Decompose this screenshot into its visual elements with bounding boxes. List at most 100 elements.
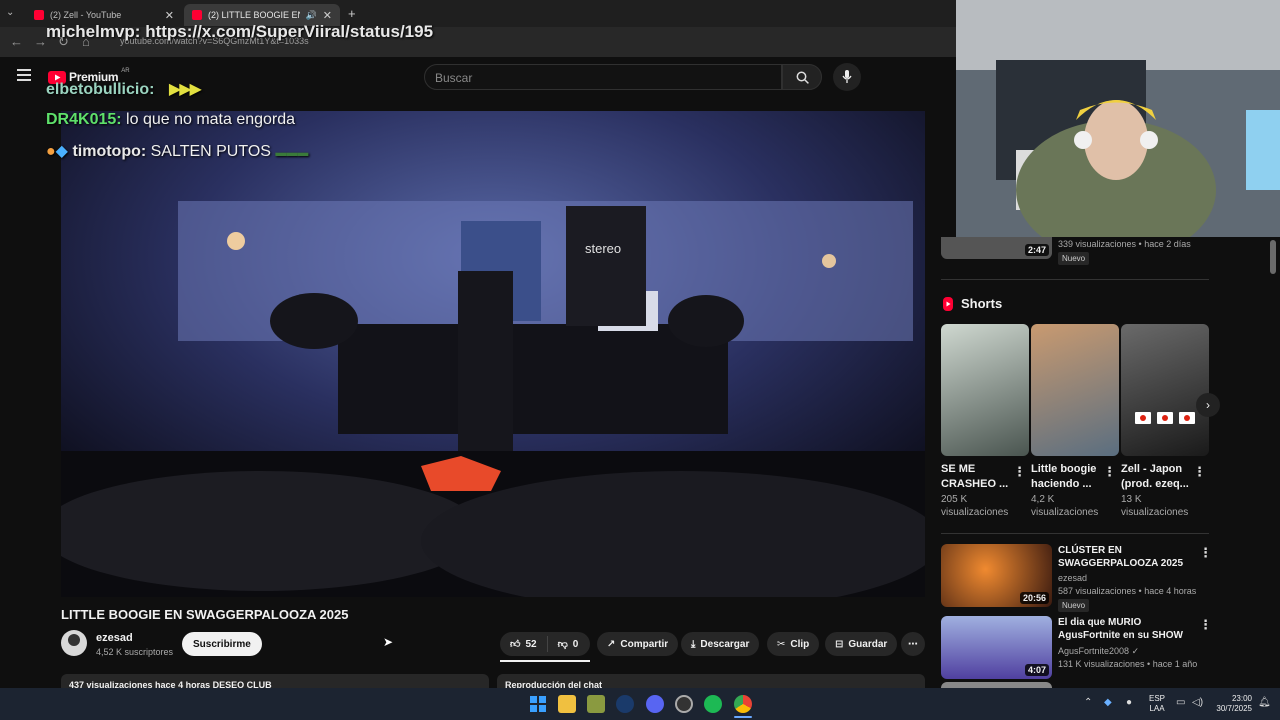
chat-username: elbetobullicio:: [46, 81, 155, 98]
like-dislike-group: 👍︎ 52 👎︎ 0: [500, 632, 590, 656]
short-title-2[interactable]: Little boogie haciendo ...: [1031, 462, 1107, 492]
video-duration: 20:56: [1019, 592, 1049, 604]
subscriber-count: 4,52 K suscriptores: [96, 647, 174, 657]
views-count: 4,2 K: [1031, 494, 1055, 505]
concert-video-frame: stereo: [61, 111, 925, 597]
short-menu-icon[interactable]: ⋮: [1103, 464, 1116, 480]
tray-mic-icon[interactable]: ●: [1126, 697, 1132, 708]
views-count: 13 K: [1121, 494, 1142, 505]
short-views-1: 205 K visualizaciones: [941, 493, 1008, 519]
channel-avatar[interactable]: [61, 630, 87, 656]
country-code: AR: [121, 68, 130, 74]
sidebar-scrollbar[interactable]: [1270, 240, 1276, 274]
share-button[interactable]: ↗ Compartir: [597, 632, 679, 656]
clock-date: 30/7/2025: [1216, 704, 1252, 713]
back-icon[interactable]: ←: [10, 34, 23, 49]
short-thumbnail-1[interactable]: [941, 324, 1029, 456]
chat-username: timotopo:: [72, 143, 147, 160]
more-icon: ⋯: [908, 638, 918, 650]
short-menu-icon[interactable]: ⋮: [1193, 464, 1206, 480]
flag-icons: [1135, 412, 1195, 426]
rec-title-2[interactable]: El dia que MURIO AgusFortnite en su SHOW: [1058, 616, 1198, 642]
video-player[interactable]: stereo: [61, 111, 925, 597]
rec-channel-2[interactable]: AgusFortnite2008 ✓: [1058, 646, 1139, 657]
chat-text: lo que no mata engorda: [121, 111, 296, 128]
chevron-right-icon: ›: [1206, 398, 1210, 412]
clip-button[interactable]: ✂ Clip: [767, 632, 820, 656]
short-thumbnail-2[interactable]: [1031, 324, 1119, 456]
youtube-favicon-icon: [34, 10, 44, 20]
mouse-cursor-icon: ➤: [383, 635, 394, 649]
rec-menu-icon[interactable]: ⋮: [1199, 617, 1212, 633]
description-box[interactable]: 437 visualizaciones hace 4 horas DESEO C…: [61, 674, 489, 688]
voice-search-button[interactable]: [833, 63, 861, 91]
rec-title-1[interactable]: CLÚSTER EN SWAGGERPALOOZA 2025: [1058, 544, 1198, 570]
rec-menu-icon[interactable]: ⋮: [1199, 545, 1212, 561]
short-title-3[interactable]: Zell - Japon (prod. ezeq...: [1121, 462, 1197, 492]
more-actions-button[interactable]: ⋯: [901, 632, 925, 656]
short-menu-icon[interactable]: ⋮: [1013, 464, 1026, 480]
views-label: visualizaciones: [941, 507, 1009, 518]
like-button[interactable]: 👍︎ 52: [500, 636, 548, 652]
download-button[interactable]: ⤓ Descargar: [681, 632, 760, 656]
new-badge: Nuevo: [1058, 252, 1090, 265]
tab-close-icon[interactable]: ✕: [323, 9, 332, 22]
search-button[interactable]: [782, 64, 822, 90]
network-icon[interactable]: ▭: [1176, 697, 1185, 708]
dislike-button[interactable]: 👎︎ 0: [548, 638, 589, 651]
notification-bell-icon[interactable]: 🔔︎: [1258, 697, 1271, 708]
save-button[interactable]: ⊟ Guardar: [825, 632, 898, 656]
short-title-1[interactable]: SE ME CRASHEO ...: [941, 462, 1017, 492]
bookmark-icon: ⊟: [835, 638, 844, 650]
rec-channel-1[interactable]: ezesad: [1058, 573, 1087, 583]
language-indicator[interactable]: ESP LAA: [1149, 694, 1165, 714]
chat-badge-icon: ●: [46, 143, 56, 160]
channel-name[interactable]: ezesad: [96, 632, 133, 644]
spotify-icon[interactable]: [704, 695, 722, 713]
tray-app-icon[interactable]: ◆: [1104, 697, 1112, 708]
sidebar-top-thumbnail[interactable]: 2:47: [941, 237, 1052, 259]
tab-close-icon[interactable]: ✕: [165, 9, 174, 22]
tray-chevron-icon[interactable]: ⌃: [1084, 697, 1092, 708]
rec-meta-2: 131 K visualizaciones • hace 1 año: [1058, 659, 1198, 669]
channel-name: AgusFortnite2008: [1058, 646, 1130, 656]
download-icon: ⤓: [691, 638, 696, 650]
video-title: LITTLE BOOGIE EN SWAGGERPALOOZA 2025: [61, 607, 349, 622]
volume-icon[interactable]: ◁): [1192, 697, 1203, 708]
audio-playing-icon[interactable]: 🔊: [306, 10, 317, 21]
tab-label: (2) LITTLE BOOGIE EN SWAG: [208, 10, 300, 20]
chat-badge-icon: ◆: [55, 143, 68, 160]
clip-label: Clip: [790, 638, 810, 650]
obs-icon[interactable]: [675, 695, 693, 713]
discord-icon[interactable]: [646, 695, 664, 713]
file-explorer-icon[interactable]: [558, 695, 576, 713]
microphone-icon: [842, 70, 852, 83]
rec-thumbnail-1[interactable]: 20:56: [941, 544, 1052, 607]
share-icon: ↗: [607, 638, 616, 650]
short-views-3: 13 K visualizaciones: [1121, 493, 1188, 519]
chat-text: SALTEN PUTOS: [146, 143, 271, 160]
short-thumbnail-3[interactable]: [1121, 324, 1209, 456]
emote-icon: ▬▬▬: [275, 147, 309, 159]
search-input[interactable]: Buscar: [424, 64, 782, 90]
menu-icon[interactable]: [17, 69, 31, 81]
windows-start-icon[interactable]: [529, 695, 547, 713]
new-badge: Nuevo: [1058, 599, 1090, 612]
system-clock[interactable]: 23:00 30/7/2025: [1210, 694, 1252, 714]
chat-replay-panel[interactable]: Reproducción del chat: [497, 674, 925, 688]
view-stats: 437 visualizaciones hace 4 horas DESEO C…: [69, 680, 272, 688]
shorts-next-button[interactable]: ›: [1196, 393, 1220, 417]
new-tab-icon[interactable]: +: [348, 6, 356, 21]
rec-thumbnail-2[interactable]: 4:07: [941, 616, 1052, 679]
active-app-indicator: [734, 716, 752, 718]
minecraft-icon[interactable]: [587, 695, 605, 713]
webcam-overlay: [956, 0, 1280, 237]
dislike-count: 0: [572, 638, 579, 650]
chrome-icon[interactable]: [734, 695, 752, 713]
like-count: 52: [525, 638, 537, 650]
steam-icon[interactable]: [616, 695, 634, 713]
chat-message-3: ●◆ timotopo: SALTEN PUTOS ▬▬▬: [46, 141, 308, 161]
short-views-2: 4,2 K visualizaciones: [1031, 493, 1098, 519]
subscribe-button[interactable]: Suscribirme: [182, 632, 262, 656]
tab-list-chevron-icon[interactable]: ⌄: [6, 7, 14, 18]
